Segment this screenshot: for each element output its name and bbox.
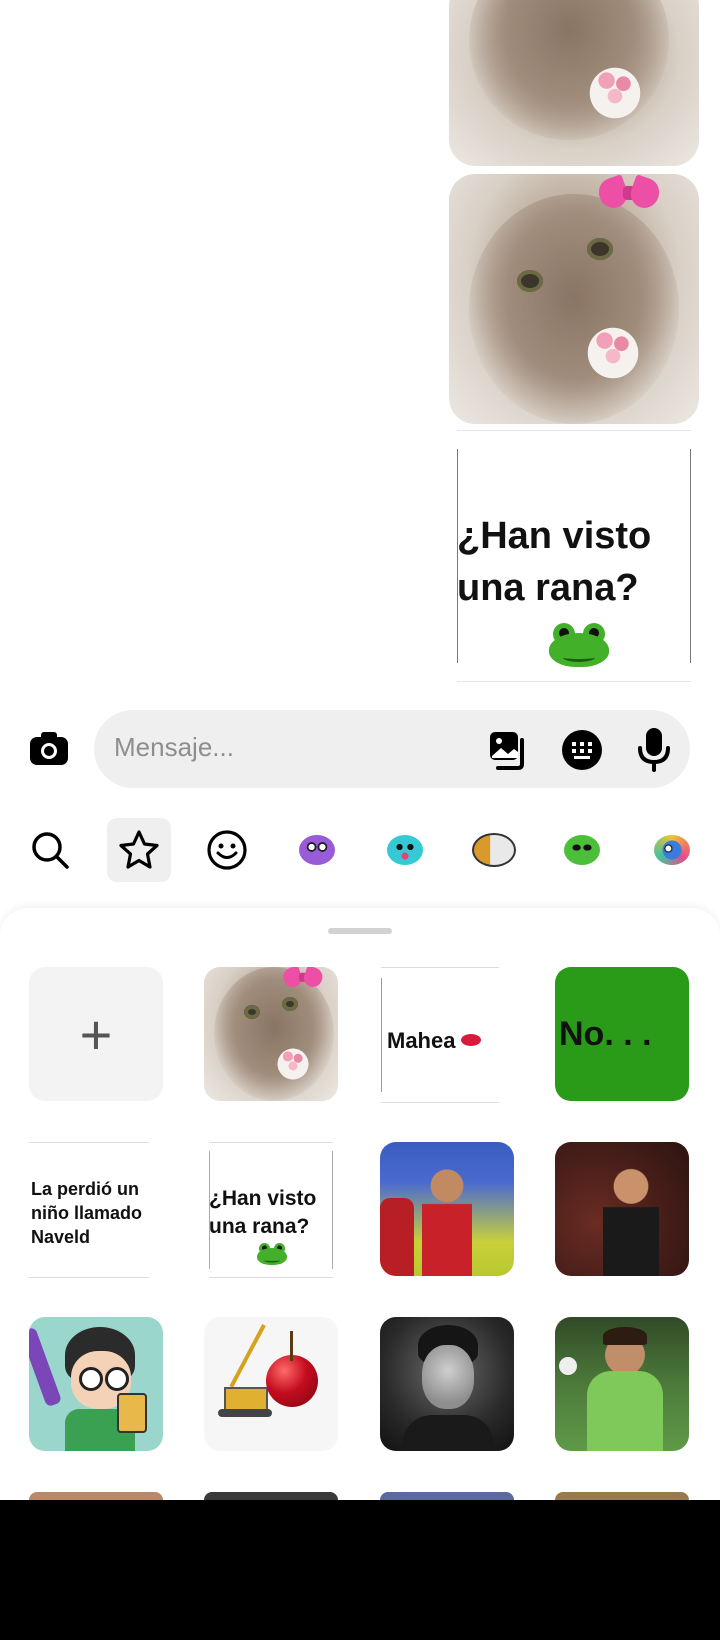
sticker-partial-2[interactable] [204, 1492, 338, 1500]
sticker-text-line1: ¿Han visto [457, 515, 652, 557]
microphone-button[interactable] [634, 726, 674, 772]
lips-icon [461, 1034, 481, 1046]
sticker-line: La perdió un [31, 1179, 139, 1199]
sticker-no-text: No. . . [559, 1015, 652, 1053]
sticker-partial-4[interactable] [555, 1492, 689, 1500]
gallery-icon [490, 732, 524, 770]
sent-sticker-cat-bow[interactable] [449, 174, 699, 424]
tab-search[interactable] [18, 818, 82, 882]
sticker-keyboard-button[interactable] [562, 730, 602, 770]
sticker-cat-bow[interactable] [204, 967, 338, 1101]
sticker-line: ¿Han visto [209, 1187, 317, 1210]
search-icon [32, 832, 69, 869]
cat-eye-icon [587, 238, 613, 260]
star-icon [119, 830, 159, 869]
pink-bow-icon [282, 967, 324, 994]
sticker-text-line2: una rana? [457, 567, 639, 609]
sticker-cartoon-boy[interactable] [29, 1317, 163, 1451]
bouquet-icon [276, 1045, 310, 1083]
cat-eye-icon [517, 270, 543, 292]
gallery-button[interactable] [488, 730, 528, 770]
cat-eye-icon [282, 997, 298, 1011]
bouquet-icon [587, 62, 643, 124]
sticker-no[interactable]: No. . . [555, 967, 689, 1101]
message-input[interactable]: Mensaje... [94, 710, 690, 788]
purple-creature-sticker [299, 835, 335, 865]
message-placeholder: Mensaje... [114, 732, 234, 762]
sticker-frog-question[interactable]: ¿Han visto una rana? [209, 1142, 333, 1278]
sticker-green-jersey-player[interactable] [555, 1317, 689, 1451]
tab-sticker-pack-mixed[interactable] [462, 818, 526, 882]
keyboard-grid-icon [572, 742, 592, 759]
plus-icon: + [79, 1002, 113, 1066]
sticker-partial-1[interactable] [29, 1492, 163, 1500]
sticker-partial-3[interactable] [380, 1492, 514, 1500]
microphone-icon [638, 728, 670, 772]
mixed-character-sticker [472, 833, 516, 867]
tab-sticker-pack-purple[interactable] [285, 818, 349, 882]
sticker-lost-child[interactable]: La perdió un niño llamado Naveld [29, 1142, 149, 1278]
sticker-line: niño llamado [31, 1203, 143, 1223]
sticker-soccer-celebration[interactable] [380, 1142, 514, 1276]
sticker-line: Naveld [31, 1227, 91, 1247]
frog-emoji-icon [549, 623, 609, 669]
colorful-creature-sticker [654, 835, 690, 865]
camera-button[interactable] [28, 728, 70, 770]
bouquet-icon [585, 322, 641, 384]
system-navigation-bar [0, 1500, 720, 1640]
tab-favorites[interactable] [107, 818, 171, 882]
tab-sticker-pack-colorful[interactable] [640, 818, 704, 882]
sent-sticker-frog-question[interactable]: ¿Han visto una rana? [457, 430, 691, 682]
frog-sticker [564, 835, 600, 865]
camera-icon [30, 732, 68, 765]
teal-blob-sticker [387, 835, 423, 865]
tab-sticker-pack-teal[interactable] [373, 818, 437, 882]
sticker-crane-cherry[interactable] [204, 1317, 338, 1451]
person-figure [603, 1164, 659, 1276]
sticker-mahea-text: Mahea [387, 1028, 456, 1053]
tab-emoji[interactable] [195, 818, 259, 882]
smiley-icon [207, 830, 247, 870]
create-sticker-button[interactable]: + [29, 967, 163, 1101]
frog-emoji-icon [257, 1243, 287, 1266]
sticker-line: una rana? [209, 1215, 310, 1238]
sticker-smiling-boy[interactable] [555, 1142, 689, 1276]
sent-sticker-cat-partial[interactable] [449, 0, 699, 166]
sticker-bw-portrait[interactable] [380, 1317, 514, 1451]
drag-handle[interactable] [328, 928, 392, 934]
cat-eye-icon [244, 1005, 260, 1019]
player-figure [422, 1166, 472, 1276]
sticker-mahea[interactable]: Mahea [381, 967, 499, 1103]
tab-sticker-pack-frog[interactable] [550, 818, 614, 882]
pink-bow-icon [597, 174, 661, 218]
